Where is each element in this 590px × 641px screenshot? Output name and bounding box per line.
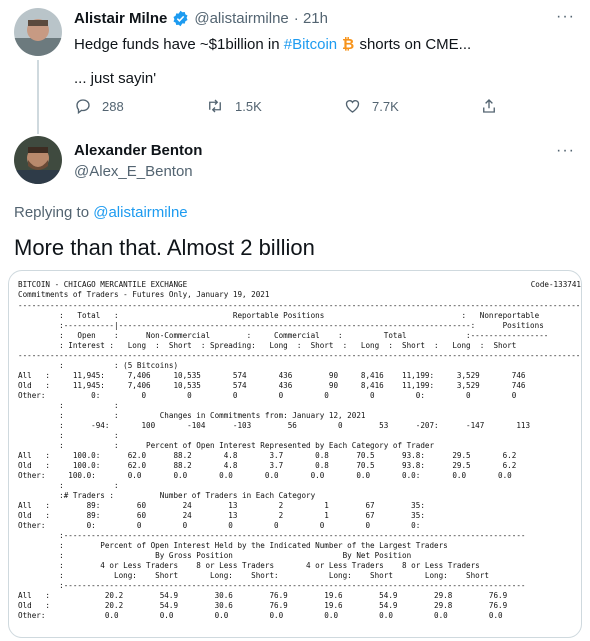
author-name[interactable]: Alexander Benton	[74, 142, 202, 159]
report-line: Old : 11,945: 7,406 10,535 574 436 90 8,…	[18, 381, 526, 390]
report-line: : : Changes in Commitments from: January…	[18, 411, 366, 420]
tweet1-header: Alistair Milne @alistairmilne · 21h	[74, 10, 328, 27]
report-table: ----------------------------------------…	[18, 301, 581, 621]
avatar-image	[14, 136, 62, 184]
report-line: : : Percent of Open Interest Represented…	[18, 441, 435, 450]
reply-count: 288	[102, 98, 124, 114]
report-line: : Total : Reportable Positions : Nonrepo…	[18, 311, 540, 320]
thread-connector	[37, 60, 39, 134]
like-button[interactable]: 7.7K	[343, 97, 399, 115]
report-line: Other: 100.0: 0.0 0.0 0.0 0.0 0.0 0.0 0.…	[18, 471, 512, 480]
report-line: All : 20.2 54.9 30.6 76.9 19.6 54.9 29.8…	[18, 591, 508, 600]
more-options-icon[interactable]: ···	[556, 142, 575, 160]
share-icon	[483, 99, 495, 113]
svg-text:₿: ₿	[342, 35, 354, 51]
report-subheader: Commitments of Traders - Futures Only, J…	[18, 290, 270, 299]
report-line: : -94: 100 -104 -103 56 0 53 -207: -147 …	[18, 421, 531, 430]
report-line: : :	[18, 481, 119, 490]
more-options-icon[interactable]: ···	[556, 8, 575, 26]
tweet1-text-part1: Hedge funds have ~$1billion in	[74, 36, 284, 53]
reply-button[interactable]: 288	[74, 97, 124, 115]
replying-to: Replying to @alistairmilne	[14, 204, 188, 221]
replying-to-label: Replying to	[14, 204, 94, 221]
report-line: ----------------------------------------…	[18, 351, 581, 360]
reply-icon	[76, 99, 90, 115]
hashtag-bitcoin[interactable]: #Bitcoin	[284, 36, 337, 53]
report-line: All : 100.0: 62.0 88.2 4.8 3.7 0.8 70.5 …	[18, 451, 517, 460]
verified-badge-icon	[172, 10, 189, 27]
tweet1-text-line2: ... just sayin'	[74, 70, 157, 87]
report-line: Other: 0: 0 0 0 0 0 0 0: 0 0	[18, 391, 517, 400]
report-line: Old : 100.0: 62.0 88.2 4.8 3.7 0.8 70.5 …	[18, 461, 517, 470]
avatar-alistair[interactable]	[14, 8, 62, 56]
avatar-alexander[interactable]	[14, 136, 62, 184]
report-line: : 4 or Less Traders 8 or Less Traders 4 …	[18, 561, 480, 570]
avatar-image	[14, 8, 62, 56]
report-line: Other: 0.0 0.0 0.0 0.0 0.0 0.0 0.0 0.0	[18, 611, 503, 620]
report-line: All : 89: 60 24 13 2 1 67 35:	[18, 501, 425, 510]
retweet-count: 1.5K	[235, 98, 262, 114]
timestamp[interactable]: · 21h	[294, 10, 328, 27]
report-line: ----------------------------------------…	[18, 301, 581, 310]
report-header-left: BITCOIN - CHICAGO MERCANTILE EXCHANGE	[18, 280, 188, 289]
tweet1-text: Hedge funds have ~$1billion in #Bitcoin …	[74, 35, 471, 57]
author-handle[interactable]: @Alex_E_Benton	[74, 163, 193, 180]
author-handle[interactable]: @alistairmilne	[194, 10, 288, 27]
report-line: : :	[18, 431, 119, 440]
report-line: : Percent of Open Interest Held by the I…	[18, 541, 448, 550]
report-line: : : (5 Bitcoins)	[18, 361, 179, 370]
share-button[interactable]	[480, 97, 498, 120]
heart-icon	[345, 100, 360, 113]
report-line: Old : 20.2 54.9 30.6 76.9 19.6 54.9 29.8…	[18, 601, 508, 610]
tweet2-text: More than that. Almost 2 billion	[14, 235, 315, 260]
retweet-icon	[209, 99, 221, 113]
report-line: : :	[18, 401, 119, 410]
report-line: : Long: Short Long: Short: Long: Short L…	[18, 571, 489, 580]
report-line: :-----------|---------------------------…	[18, 321, 544, 330]
report-header-right: Code-133741	[530, 280, 581, 289]
author-name[interactable]: Alistair Milne	[74, 10, 167, 27]
report-line: : Open : Non-Commercial : Commercial : T…	[18, 331, 549, 340]
report-line: All : 11,945: 7,406 10,535 574 436 90 8,…	[18, 371, 526, 380]
like-count: 7.7K	[372, 98, 399, 114]
report-line: : Interest : Long : Short : Spreading: L…	[18, 341, 517, 350]
report-line: Other: 0: 0 0 0 0 0 0 0:	[18, 521, 421, 530]
bitcoin-emoji-icon: ₿	[341, 35, 355, 57]
tweet1-text-part2: shorts on CME...	[355, 36, 472, 53]
replying-to-handle[interactable]: @alistairmilne	[93, 204, 187, 221]
retweet-button[interactable]: 1.5K	[205, 97, 262, 115]
attached-image-cot-report[interactable]: BITCOIN - CHICAGO MERCANTILE EXCHANGE Co…	[8, 270, 582, 638]
report-line: :---------------------------------------…	[18, 581, 526, 590]
report-line: :---------------------------------------…	[18, 531, 526, 540]
report-line: Old : 89: 60 24 13 2 1 67 35:	[18, 511, 425, 520]
report-line: : By Gross Position By Net Position	[18, 551, 412, 560]
report-line: :# Traders : Number of Traders in Each C…	[18, 491, 316, 500]
